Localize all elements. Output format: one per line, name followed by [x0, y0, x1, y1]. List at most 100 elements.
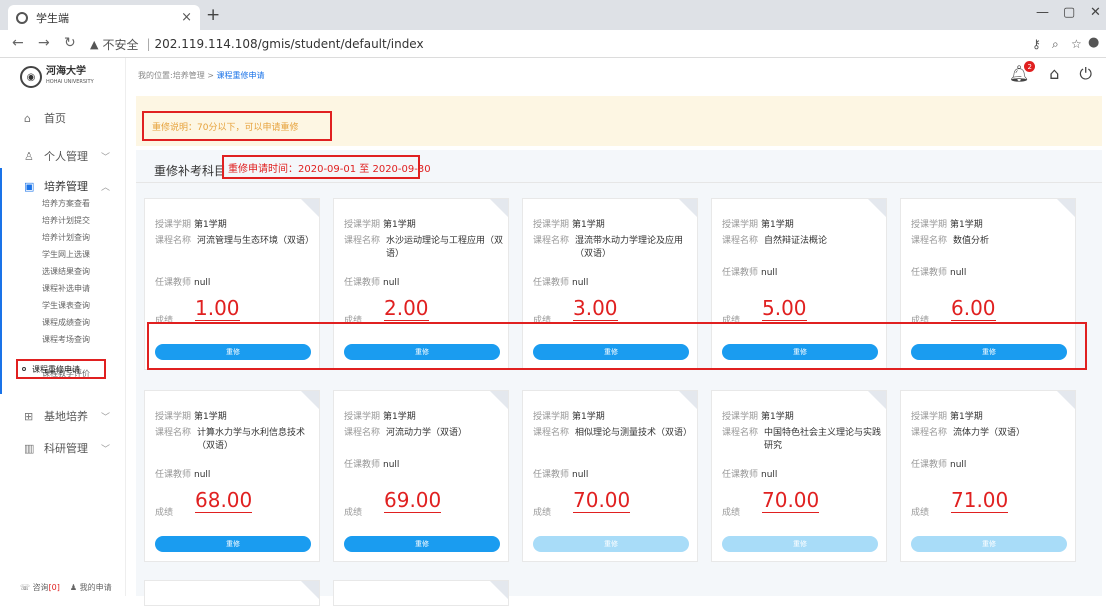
term-row: 授课学期 第1学期	[533, 217, 605, 230]
sidebar-item-training[interactable]: ▣ 培养管理 ︿	[0, 178, 126, 194]
key-icon[interactable]: ⚷	[1032, 37, 1041, 51]
course-name: 水沙运动理论与工程应用（双语）	[386, 236, 504, 259]
close-window-icon[interactable]: ✕	[1090, 5, 1101, 20]
breadcrumb-current[interactable]: 课程重修申请	[216, 71, 264, 80]
course-row: 课程名称 中国特色社会主义理论与实践研究	[722, 427, 884, 453]
new-tab-button[interactable]: +	[206, 5, 220, 25]
card-fold-icon	[679, 391, 697, 409]
course-card: 授课学期 第1学期 课程名称 河流动力学（双语） 任课教师 null 成绩 69.00 重修	[333, 390, 509, 562]
sidebar-item-base[interactable]: ⊞ 基地培养 ﹀	[0, 408, 126, 424]
submenu-item[interactable]: 课程补选申请	[42, 283, 90, 294]
sidebar-item-research[interactable]: ▥ 科研管理 ﹀	[0, 440, 126, 456]
retake-button[interactable]: 重修	[155, 536, 311, 552]
user-icon: ♙	[24, 149, 34, 163]
course-name: 河流管理与生态环境（双语）	[197, 236, 315, 246]
course-name: 河流动力学（双语）	[386, 428, 468, 438]
minimize-icon[interactable]: —	[1036, 5, 1049, 20]
sidebar: ◉ 河海大学 HOHAI UNIVERSITY ⌂ 首页 ♙ 个人管理 ﹀ ▣ …	[0, 58, 126, 596]
teacher-row: 任课教师 null	[722, 265, 777, 278]
reload-icon[interactable]: ↻	[64, 35, 76, 51]
sidebar-footer: ☏ 咨询[0] ♟ 我的申请	[20, 582, 112, 593]
card-fold-icon	[679, 199, 697, 217]
forward-icon[interactable]: →	[38, 35, 50, 51]
submenu-item[interactable]: 课程考场查询	[42, 334, 90, 345]
course-row: 课程名称 河流管理与生态环境（双语）	[155, 235, 317, 248]
term-row: 授课学期 第1学期	[344, 409, 416, 422]
card-fold-icon	[1057, 391, 1075, 409]
course-label: 课程名称	[344, 428, 381, 438]
notification-bell-icon[interactable]: 🔔︎ 2	[1009, 61, 1036, 84]
course-label: 课程名称	[911, 428, 948, 438]
chevron-up-icon: ︿	[100, 182, 110, 193]
score-value: 5.00	[762, 296, 807, 321]
sidebar-item-personal[interactable]: ♙ 个人管理 ﹀	[0, 148, 126, 164]
teacher-row: 任课教师 null	[344, 275, 399, 288]
course-name: 相似理论与测量技术（双语）	[575, 428, 693, 438]
course-label: 课程名称	[155, 236, 192, 246]
retake-button[interactable]: 重修	[344, 536, 500, 552]
submenu-item[interactable]: 学生网上选课	[42, 249, 90, 260]
term-value: 第1学期	[194, 220, 227, 230]
power-icon[interactable]: ⏻	[1079, 64, 1092, 84]
notice-text: 重修说明：70分以下，可以申请重修	[142, 111, 332, 141]
section-title: 重修补考科目	[154, 164, 227, 178]
term-value: 第1学期	[383, 220, 416, 230]
header-icons: 🔔︎ 2 ⌂ ⏻	[1009, 61, 1092, 84]
retake-button[interactable]: 重修	[911, 536, 1067, 552]
sidebar-item-home[interactable]: ⌂ 首页	[0, 110, 126, 126]
teacher-value: null	[761, 470, 778, 480]
card-fold-icon	[301, 391, 319, 409]
term-row: 授课学期 第1学期	[722, 217, 794, 230]
zoom-icon[interactable]: ⌕	[1052, 37, 1059, 52]
bullet-icon	[22, 367, 26, 371]
course-row: 课程名称 流体力学（双语）	[911, 427, 1073, 440]
submenu-item[interactable]: 课程成绩查询	[42, 317, 90, 328]
course-row: 课程名称 相似理论与测量技术（双语）	[533, 427, 695, 440]
back-icon[interactable]: ←	[12, 35, 24, 51]
logo: ◉ 河海大学 HOHAI UNIVERSITY	[20, 66, 94, 88]
course-row: 课程名称 河流动力学（双语）	[344, 427, 506, 440]
term-label: 授课学期	[344, 412, 381, 422]
teacher-label: 任课教师	[533, 470, 570, 480]
maximize-icon[interactable]: ▢	[1063, 5, 1075, 20]
teacher-label: 任课教师	[344, 278, 381, 288]
course-card: 授课学期 第1学期 课程名称 中国特色社会主义理论与实践研究 任课教师 null 成绩 70.…	[711, 390, 887, 562]
submenu-item[interactable]: 学生课表查询	[42, 300, 90, 311]
profile-icon[interactable]: ●	[1088, 35, 1099, 50]
course-name: 流体力学（双语）	[953, 428, 1026, 438]
url-field[interactable]: ▲ 不安全 | 202.119.114.108/gmis/student/def…	[90, 34, 1010, 54]
browser-tab-bar: 学生端 × + — ▢ ✕	[0, 0, 1106, 30]
submenu-item[interactable]: 培养计划查询	[42, 232, 90, 243]
teacher-value: null	[572, 470, 589, 480]
browser-tab[interactable]: 学生端 ×	[8, 5, 200, 30]
term-label: 授课学期	[911, 220, 948, 230]
submenu-item[interactable]: 培养方案查看	[42, 198, 90, 209]
score-value: 70.00	[762, 488, 820, 513]
submenu-item[interactable]: 选课结果查询	[42, 266, 90, 277]
course-card: 授课学期 第1学期 课程名称 流体力学（双语） 任课教师 null 成绩 71.00 重修	[900, 390, 1076, 562]
teacher-label: 任课教师	[722, 470, 759, 480]
score-value: 70.00	[573, 488, 631, 513]
course-row: 课程名称 湿流带水动力学理论及应用（双语）	[533, 235, 695, 261]
term-row: 授课学期 第1学期	[155, 217, 227, 230]
book-icon: ▣	[24, 179, 35, 193]
course-name: 计算水力学与水利信息技术（双语）	[197, 428, 306, 451]
my-apply-link[interactable]: ♟ 我的申请	[70, 582, 112, 593]
lock-icon[interactable]: ⌂	[1049, 64, 1059, 84]
retake-button[interactable]: 重修	[533, 536, 689, 552]
application-period: 重修申请时间：2020-09-01 至 2020-09-30	[222, 155, 431, 179]
teacher-value: null	[194, 278, 211, 288]
submenu-item-retake[interactable]: 课程重修申请	[16, 359, 106, 379]
card-fold-icon	[301, 581, 319, 599]
teacher-value: null	[194, 470, 211, 480]
submenu-item[interactable]: 培养计划提交	[42, 215, 90, 226]
tab-close-button[interactable]: ×	[181, 10, 192, 25]
teacher-value: null	[950, 268, 967, 278]
term-value: 第1学期	[761, 220, 794, 230]
consult-link[interactable]: ☏ 咨询[0]	[20, 582, 60, 593]
card-fold-icon	[868, 391, 886, 409]
active-indicator	[0, 168, 2, 394]
score-value: 6.00	[951, 296, 996, 321]
star-icon[interactable]: ☆	[1071, 37, 1082, 51]
retake-button[interactable]: 重修	[722, 536, 878, 552]
